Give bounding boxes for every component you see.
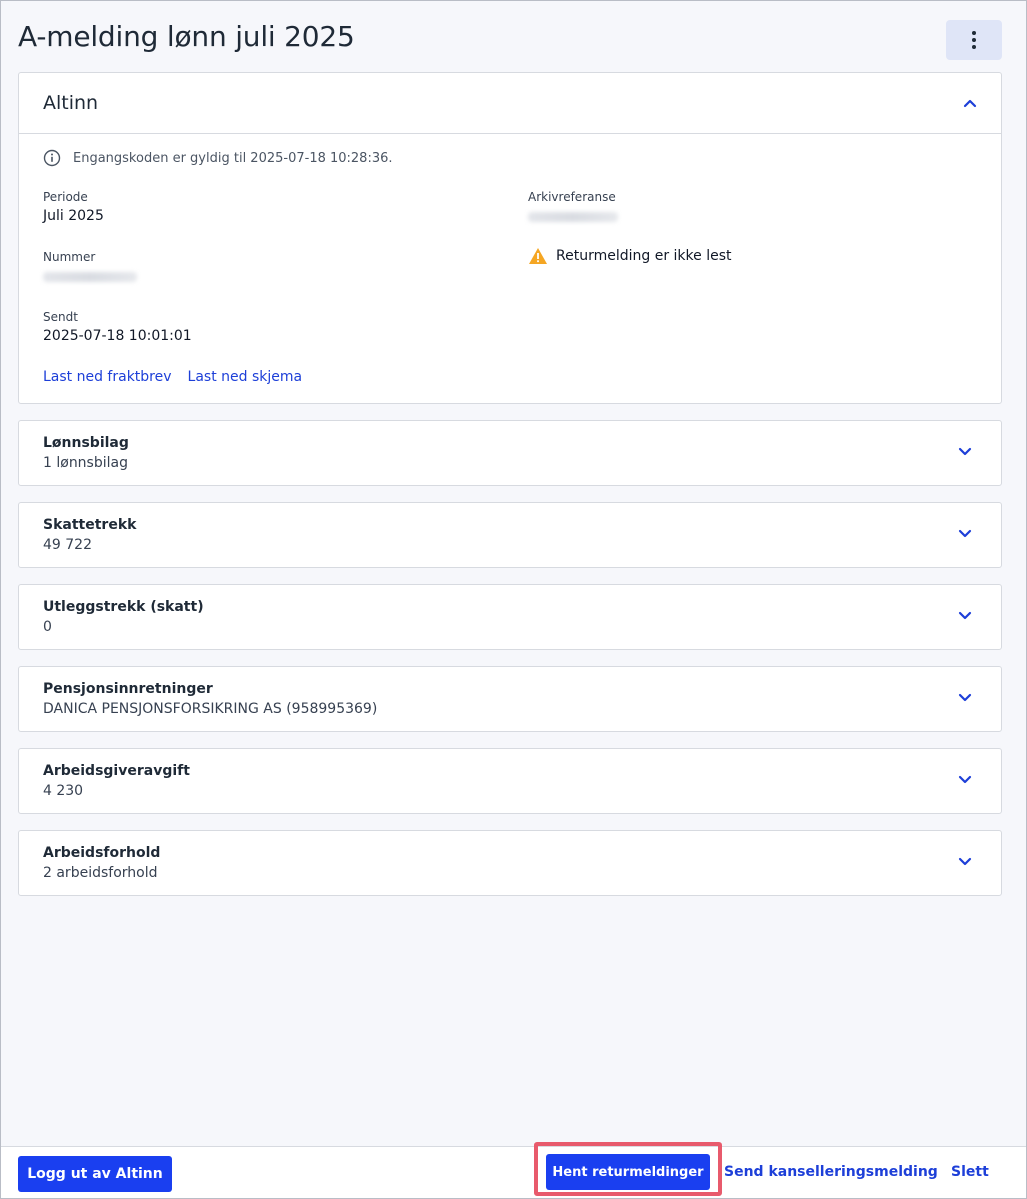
logout-altinn-button[interactable]: Logg ut av Altinn <box>18 1156 172 1192</box>
periode-field: Periode Juli 2025 <box>43 190 104 224</box>
info-text: Engangskoden er gyldig til 2025-07-18 10… <box>73 150 393 166</box>
chevron-up-icon[interactable] <box>963 96 977 110</box>
arkivreferanse-label: Arkivreferanse <box>528 190 616 204</box>
altinn-panel-title: Altinn <box>43 92 99 114</box>
accordion-title: Utleggstrekk (skatt) <box>43 599 204 615</box>
accordion-pensjonsinnretninger[interactable]: Pensjonsinnretninger DANICA PENSJONSFORS… <box>18 666 1002 732</box>
accordion-value: 49 722 <box>43 537 92 553</box>
periode-label: Periode <box>43 190 88 204</box>
nummer-label: Nummer <box>43 250 96 264</box>
delete-button[interactable]: Slett <box>951 1164 989 1180</box>
download-links: Last ned fraktbrev Last ned skjema <box>43 369 302 385</box>
altinn-panel-header[interactable]: Altinn <box>19 73 1001 134</box>
accordion-value: DANICA PENSJONSFORSIKRING AS (958995369) <box>43 701 378 717</box>
warning-text: Returmelding er ikke lest <box>556 248 732 264</box>
more-menu-button[interactable] <box>946 20 1002 60</box>
return-message-warning: Returmelding er ikke lest <box>528 247 732 265</box>
send-cancellation-button[interactable]: Send kanselleringsmelding <box>724 1164 938 1180</box>
sendt-value: 2025-07-18 10:01:01 <box>43 328 192 344</box>
sendt-label: Sendt <box>43 310 78 324</box>
chevron-down-icon[interactable] <box>958 855 972 869</box>
download-fraktbrev-link[interactable]: Last ned fraktbrev <box>43 369 172 385</box>
accordion-arbeidsforhold[interactable]: Arbeidsforhold 2 arbeidsforhold <box>18 830 1002 896</box>
arkivreferanse-field: Arkivreferanse <box>528 190 618 222</box>
nummer-field: Nummer <box>43 250 137 282</box>
arkivreferanse-value-redacted <box>528 212 618 222</box>
accordion-lonnsbilag[interactable]: Lønnsbilag 1 lønnsbilag <box>18 420 1002 486</box>
accordion-arbeidsgiveravgift[interactable]: Arbeidsgiveravgift 4 230 <box>18 748 1002 814</box>
accordion-utleggstrekk[interactable]: Utleggstrekk (skatt) 0 <box>18 584 1002 650</box>
accordion-value: 2 arbeidsforhold <box>43 865 158 881</box>
info-icon <box>43 149 61 167</box>
more-vertical-icon <box>972 31 976 49</box>
download-skjema-link[interactable]: Last ned skjema <box>188 369 303 385</box>
page-title: A-melding lønn juli 2025 <box>18 20 355 53</box>
chevron-down-icon[interactable] <box>958 773 972 787</box>
chevron-down-icon[interactable] <box>958 691 972 705</box>
accordion-value: 0 <box>43 619 52 635</box>
chevron-down-icon[interactable] <box>958 445 972 459</box>
accordion-title: Arbeidsgiveravgift <box>43 763 190 779</box>
sendt-field: Sendt 2025-07-18 10:01:01 <box>43 310 192 344</box>
fetch-return-messages-button[interactable]: Hent returmeldinger <box>546 1154 710 1190</box>
altinn-panel: Altinn Engangskoden er gyldig til 2025-0… <box>18 72 1002 404</box>
accordion-title: Arbeidsforhold <box>43 845 161 861</box>
accordion-skattetrekk[interactable]: Skattetrekk 49 722 <box>18 502 1002 568</box>
accordion-title: Lønnsbilag <box>43 435 129 451</box>
nummer-value-redacted <box>43 272 137 282</box>
warning-icon <box>529 248 547 264</box>
accordion-title: Skattetrekk <box>43 517 137 533</box>
periode-value: Juli 2025 <box>43 208 104 224</box>
chevron-down-icon[interactable] <box>958 609 972 623</box>
accordion-value: 1 lønnsbilag <box>43 455 128 471</box>
accordion-value: 4 230 <box>43 783 84 799</box>
accordion-title: Pensjonsinnretninger <box>43 681 213 697</box>
one-time-code-info: Engangskoden er gyldig til 2025-07-18 10… <box>43 149 393 167</box>
chevron-down-icon[interactable] <box>958 527 972 541</box>
action-bar: Logg ut av Altinn Hent returmeldinger Se… <box>1 1142 1026 1198</box>
